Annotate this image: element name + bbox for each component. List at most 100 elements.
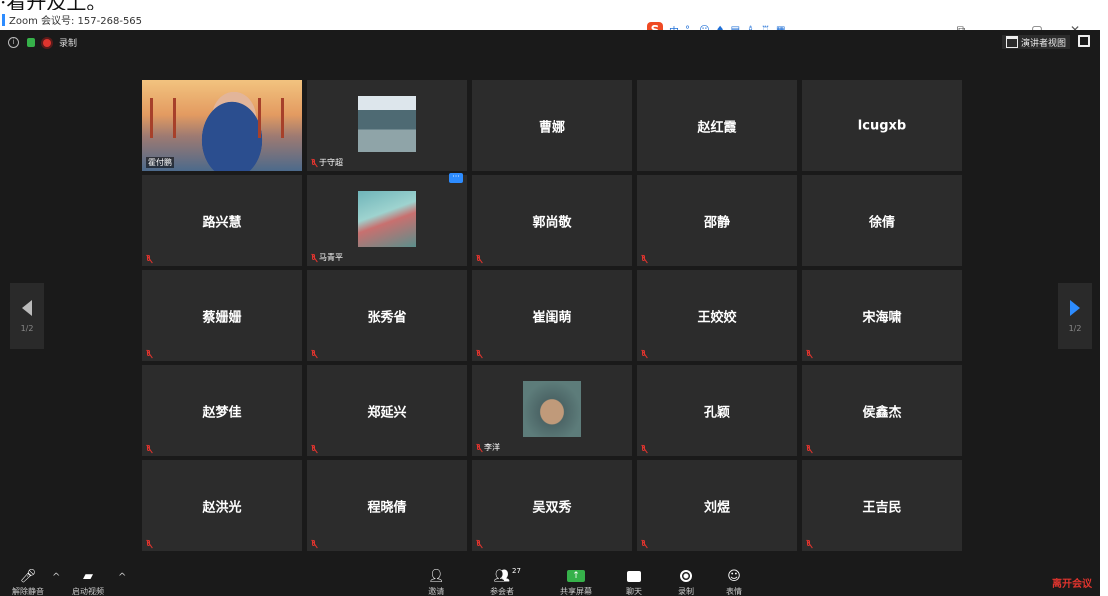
participant-tile[interactable]: 崔闺萌 xyxy=(472,270,632,361)
participant-footer xyxy=(311,445,317,453)
participant-name: 赵红霞 xyxy=(697,120,737,135)
encryption-lock-icon[interactable] xyxy=(27,38,35,47)
participant-tile[interactable]: 王姣姣 xyxy=(637,270,797,361)
meeting-toolbar: 🎤︎ 解除静音 ^ ▰ 启动视频 ^ 👤︎ 邀请 👥︎ 27 参会者 ↑ 共享屏… xyxy=(0,566,1100,596)
mic-muted-icon xyxy=(476,350,482,358)
mic-muted-icon xyxy=(806,350,812,358)
unmute-label: 解除静音 xyxy=(12,587,44,596)
record-icon xyxy=(680,570,692,582)
meeting-area: i 录制 演讲者视图 1/2 1/2 霍付鹏 于守超 曹娜 赵红霞 lcugxb 路兴慧马… xyxy=(0,30,1100,596)
participant-tile[interactable]: 郑延兴 xyxy=(307,365,467,456)
page-indicator-left: 1/2 xyxy=(20,323,34,333)
participant-tile[interactable]: 吴双秀 xyxy=(472,460,632,551)
participants-label: 参会者 xyxy=(490,587,514,596)
participant-footer: 马青平 xyxy=(311,252,343,263)
meeting-status-bar: i 录制 xyxy=(8,36,77,49)
mic-muted-icon xyxy=(476,255,482,263)
record-button[interactable]: 录制 xyxy=(678,568,694,596)
invite-label: 邀请 xyxy=(428,587,445,596)
participant-tile[interactable]: 赵梦佳 xyxy=(142,365,302,456)
chat-button[interactable]: 聊天 xyxy=(626,568,642,596)
mic-muted-icon xyxy=(476,540,482,548)
mic-muted-icon xyxy=(641,540,647,548)
bridge-tower-right xyxy=(258,98,284,138)
share-screen-button[interactable]: ↑ 共享屏幕 xyxy=(560,568,592,596)
participant-name: 孔颖 xyxy=(703,405,730,420)
participant-footer xyxy=(146,445,152,453)
participant-footer xyxy=(476,350,482,358)
participant-footer xyxy=(641,445,647,453)
reactions-icon: ☺ xyxy=(727,568,741,584)
mic-muted-icon xyxy=(641,255,647,263)
participant-tile[interactable]: 程晓倩 xyxy=(307,460,467,551)
participant-tile[interactable]: 赵红霞 xyxy=(637,80,797,171)
participant-tile[interactable]: 霍付鹏 xyxy=(142,80,302,171)
participant-tile[interactable]: lcugxb xyxy=(802,80,962,171)
participant-name: 赵梦佳 xyxy=(202,405,242,420)
bridge-tower-left xyxy=(150,98,176,138)
mic-muted-icon xyxy=(806,445,812,453)
participant-name: 刘煜 xyxy=(703,500,730,515)
gallery-grid: 霍付鹏 于守超 曹娜 赵红霞 lcugxb 路兴慧 马青平 ··· 郭尚敬 邵静 徐倩蔡姗姗 张秀省 崔… xyxy=(142,80,962,551)
participant-name: 宋海啸 xyxy=(862,310,902,325)
participant-tile[interactable]: 侯鑫杰 xyxy=(802,365,962,456)
participant-footer xyxy=(311,540,317,548)
reactions-button[interactable]: ☺ 表情 xyxy=(726,568,742,596)
participant-avatar xyxy=(358,191,416,247)
window-edge xyxy=(1100,30,1108,596)
start-video-button[interactable]: ▰ 启动视频 xyxy=(72,568,104,596)
more-options-icon[interactable]: ··· xyxy=(449,173,463,183)
participant-name: 郭尚敬 xyxy=(532,215,572,230)
share-screen-label: 共享屏幕 xyxy=(560,587,592,596)
participant-name: 吴双秀 xyxy=(532,500,572,515)
participant-avatar xyxy=(523,381,581,437)
mic-muted-icon xyxy=(146,350,152,358)
zoom-window: ·看升及上。 Zoom 会议号: 157-268-565 S 中 °, ☺ ♦ … xyxy=(0,0,1108,596)
participant-footer xyxy=(146,255,152,263)
participant-name: 张秀省 xyxy=(367,310,407,325)
recording-dot-icon xyxy=(43,38,51,47)
meeting-info-icon[interactable]: i xyxy=(8,37,19,48)
video-options-caret-icon[interactable]: ^ xyxy=(118,572,126,583)
participant-name: 曹娜 xyxy=(538,120,565,135)
participant-tile[interactable]: 宋海啸 xyxy=(802,270,962,361)
invite-button[interactable]: 👤︎ 邀请 xyxy=(428,568,445,596)
next-page-button[interactable]: 1/2 xyxy=(1058,283,1092,349)
participant-tile[interactable]: 张秀省 xyxy=(307,270,467,361)
participant-tile[interactable]: 路兴慧 xyxy=(142,175,302,266)
participants-button[interactable]: 👥︎ 27 参会者 xyxy=(490,567,521,596)
participant-tile[interactable]: 邵静 xyxy=(637,175,797,266)
fullscreen-icon[interactable] xyxy=(1078,35,1090,47)
participant-tile[interactable]: 徐倩 xyxy=(802,175,962,266)
participant-tile[interactable]: 于守超 xyxy=(307,80,467,171)
participant-name: lcugxb xyxy=(857,118,907,133)
participant-tile[interactable]: 曹娜 xyxy=(472,80,632,171)
leave-meeting-button[interactable]: 离开会议 xyxy=(1052,575,1092,590)
participant-name: 侯鑫杰 xyxy=(862,405,902,420)
participant-tile[interactable]: 蔡姗姗 xyxy=(142,270,302,361)
participant-footer xyxy=(806,540,812,548)
unmute-button[interactable]: 🎤︎ 解除静音 xyxy=(12,568,44,596)
participant-tile[interactable]: 李洋 xyxy=(472,365,632,456)
participant-tile[interactable]: 马青平 ··· xyxy=(307,173,467,266)
speaker-view-button[interactable]: 演讲者视图 xyxy=(1001,35,1070,49)
page-indicator-right: 1/2 xyxy=(1068,323,1082,333)
title-bar: Zoom 会议号: 157-268-565 S 中 °, ☺ ♦ ▤ ♙ ♖ ▦… xyxy=(0,10,1108,38)
window-title: Zoom 会议号: 157-268-565 xyxy=(9,16,143,27)
participant-tile[interactable]: 刘煜 xyxy=(637,460,797,551)
participant-tile[interactable]: 王吉民 xyxy=(802,460,962,551)
participant-tile[interactable]: 赵洪光 xyxy=(142,460,302,551)
mic-muted-icon xyxy=(311,253,317,262)
participant-name: 程晓倩 xyxy=(367,500,407,515)
view-grid-icon xyxy=(1005,36,1018,48)
prev-page-button[interactable]: 1/2 xyxy=(10,283,44,349)
participant-tile[interactable]: 孔颖 xyxy=(637,365,797,456)
mic-muted-icon xyxy=(311,350,317,358)
audio-options-caret-icon[interactable]: ^ xyxy=(52,572,60,583)
mic-muted-icon xyxy=(311,158,317,167)
participant-tile[interactable]: 郭尚敬 xyxy=(472,175,632,266)
participant-footer xyxy=(806,350,812,358)
participant-label: 霍付鹏 xyxy=(146,157,174,168)
participant-label: 于守超 xyxy=(319,158,343,167)
participant-avatar xyxy=(358,96,416,152)
